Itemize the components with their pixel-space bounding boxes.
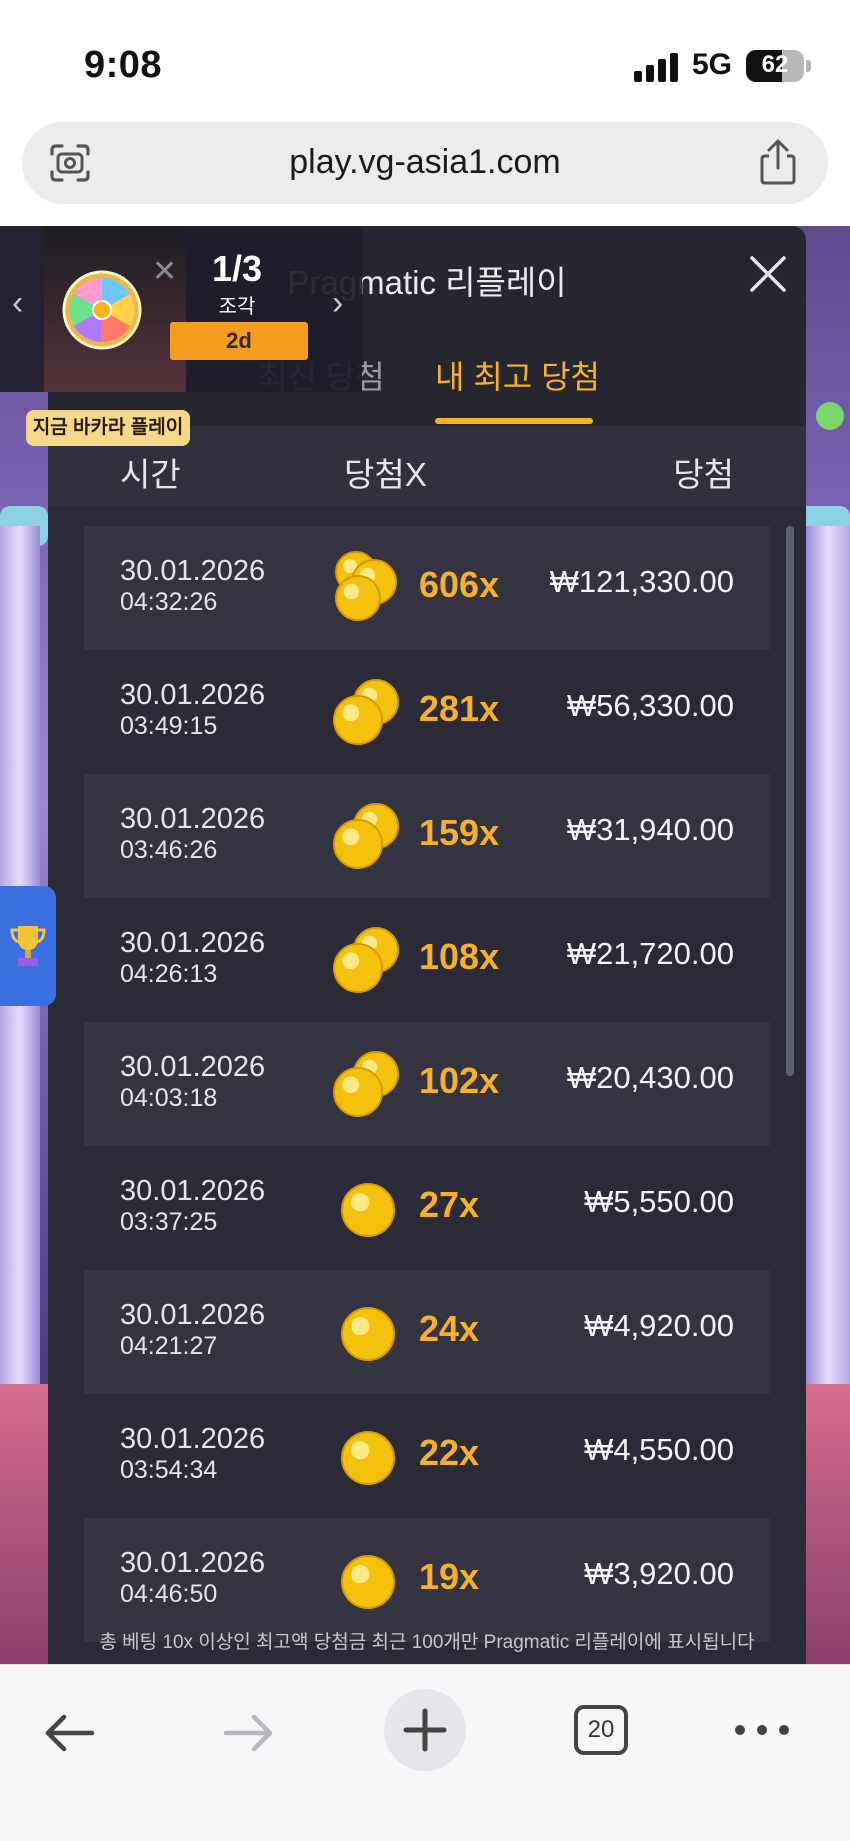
row-multiplier: 606x [419,564,500,605]
promo-widget[interactable]: ‹ ✕ 1/3 조각 2d › [0,226,362,392]
column-multiplier: 당첨X [344,456,427,493]
row-win-amount: ₩121,330.00 [549,564,734,599]
row-multiplier: 19x [419,1556,480,1597]
row-date: 30.01.2026 [120,1175,266,1207]
row-time: 04:32:26 [120,588,218,616]
more-icon[interactable] [732,1715,792,1745]
row-date: 30.01.2026 [120,679,266,711]
coin-icon [341,1431,395,1485]
active-tab-indicator [435,418,593,424]
decor-ball [816,402,844,430]
column-win: 당첨 [673,456,734,493]
row-multiplier: 281x [419,688,500,729]
row-time: 04:03:18 [120,1084,218,1112]
row-date: 30.01.2026 [120,927,266,959]
tabs-button[interactable]: 20 [574,1705,628,1755]
row-win-amount: ₩20,430.00 [566,1060,734,1095]
coin-icon [341,1183,395,1237]
win-row[interactable]: 30.01.2026 03:49:15 281x ₩56,330.00 [84,650,770,774]
row-time: 04:46:50 [120,1580,218,1608]
coin-icon [333,1051,399,1117]
coin-icon [335,551,397,621]
coin-icon [341,1307,395,1361]
row-time: 04:26:13 [120,960,218,988]
close-icon[interactable] [748,254,788,294]
game-area: Pragmatic 리플레이 최신 당첨 내 최고 당첨 시간 당첨X 당첨 3… [0,226,850,1664]
battery-tip [806,60,811,72]
row-multiplier: 102x [419,1060,500,1101]
back-arrow-icon[interactable] [40,1703,100,1763]
win-row[interactable]: 30.01.2026 03:37:25 27x ₩5,550.00 [84,1146,770,1270]
win-row[interactable]: 30.01.2026 04:21:27 24x ₩4,920.00 [84,1270,770,1394]
row-multiplier: 159x [419,812,500,853]
win-row[interactable]: 30.01.2026 04:26:13 108x ₩21,720.00 [84,898,770,1022]
row-time: 03:37:25 [120,1208,218,1236]
promo-unit: 조각 [218,296,256,318]
row-time: 03:49:15 [120,712,218,740]
coin-icon [341,1555,395,1609]
win-row[interactable]: 30.01.2026 04:46:50 19x ₩3,920.00 [84,1518,770,1642]
play-baccarat-banner[interactable]: 지금 바카라 플레이 [26,410,190,446]
win-row[interactable]: 30.01.2026 04:03:18 102x ₩20,430.00 [84,1022,770,1146]
chevron-right-icon[interactable]: › [332,284,343,323]
share-icon[interactable] [756,138,800,186]
tab-my-best-wins[interactable]: 내 최고 당첨 [435,352,600,422]
network-label: 5G [692,48,733,81]
coin-icon [333,927,399,993]
url-text[interactable]: play.vg-asia1.com [22,143,828,182]
row-win-amount: ₩31,940.00 [566,812,734,847]
trophy-tab[interactable] [0,886,56,1006]
status-bar: 9:08 5G 62 [0,0,850,120]
row-win-amount: ₩21,720.00 [566,936,734,971]
row-time: 04:21:27 [120,1332,218,1360]
coin-icon [333,803,399,869]
battery-percent: 62 [761,51,789,78]
scrollbar-thumb[interactable] [786,526,794,1076]
trophy-icon[interactable] [8,922,48,970]
row-multiplier: 22x [419,1432,480,1473]
row-win-amount: ₩5,550.00 [584,1184,734,1219]
browser-toolbar: 20 [0,1664,850,1841]
column-time: 시간 [120,456,181,493]
plus-icon[interactable] [384,1689,466,1771]
row-win-amount: ₩4,920.00 [584,1308,734,1343]
row-multiplier: 108x [419,936,500,977]
row-date: 30.01.2026 [120,1547,266,1579]
promo-count: 1/3 [211,248,263,289]
row-multiplier: 24x [419,1308,480,1349]
row-date: 30.01.2026 [120,1423,266,1455]
row-date: 30.01.2026 [120,555,266,587]
row-time: 03:46:26 [120,836,218,864]
signal-icon [634,52,680,82]
row-date: 30.01.2026 [120,1051,266,1083]
coin-icon [333,679,399,745]
row-time: 03:54:34 [120,1456,218,1484]
forward-arrow-icon[interactable] [218,1703,278,1763]
status-time: 9:08 [84,44,163,86]
wins-list[interactable]: 30.01.2026 04:32:26 606x ₩121,330.00 30.01.2… [84,526,770,1642]
row-win-amount: ₩4,550.00 [584,1432,734,1467]
row-date: 30.01.2026 [120,803,266,835]
win-row[interactable]: 30.01.2026 04:32:26 606x ₩121,330.00 [84,526,770,650]
promo-timer: 2d [170,322,308,360]
row-win-amount: ₩56,330.00 [566,688,734,723]
row-multiplier: 27x [419,1184,480,1225]
address-bar[interactable]: play.vg-asia1.com [22,122,828,204]
new-tab-button[interactable] [384,1689,466,1771]
win-row[interactable]: 30.01.2026 03:46:26 159x ₩31,940.00 [84,774,770,898]
row-date: 30.01.2026 [120,1299,266,1331]
footer-note: 총 베팅 10x 이상인 최고액 당첨금 최근 100개만 Pragmatic … [99,1632,755,1653]
battery-icon: 62 [746,50,804,82]
prize-wheel-icon[interactable] [62,270,142,350]
scrollbar[interactable] [786,526,794,1646]
win-row[interactable]: 30.01.2026 03:54:34 22x ₩4,550.00 [84,1394,770,1518]
chevron-left-icon[interactable]: ‹ [12,284,23,323]
row-win-amount: ₩3,920.00 [584,1556,734,1591]
